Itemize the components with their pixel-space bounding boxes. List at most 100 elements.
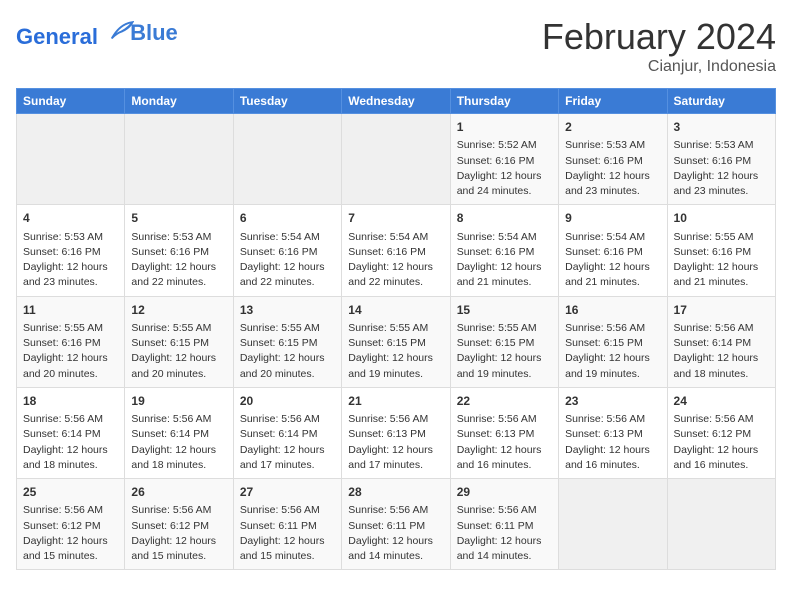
calendar-cell: 7Sunrise: 5:54 AMSunset: 6:16 PMDaylight…: [342, 205, 450, 296]
calendar-cell: [233, 114, 341, 205]
day-info: Sunset: 6:15 PM: [565, 336, 660, 351]
day-number: 4: [23, 210, 118, 227]
day-info: Sunset: 6:15 PM: [240, 336, 335, 351]
day-info: Daylight: 12 hours: [23, 351, 118, 366]
calendar-cell: 21Sunrise: 5:56 AMSunset: 6:13 PMDayligh…: [342, 387, 450, 478]
day-info: and 19 minutes.: [348, 367, 443, 382]
day-info: Sunset: 6:15 PM: [348, 336, 443, 351]
day-info: Sunset: 6:13 PM: [565, 427, 660, 442]
page-header: General Blue February 2024 Cianjur, Indo…: [16, 16, 776, 76]
day-info: Sunrise: 5:52 AM: [457, 138, 552, 153]
month-title: February 2024: [542, 16, 776, 58]
day-number: 10: [674, 210, 769, 227]
day-number: 20: [240, 393, 335, 410]
day-info: Sunrise: 5:56 AM: [565, 321, 660, 336]
day-info: Daylight: 12 hours: [23, 534, 118, 549]
day-info: and 14 minutes.: [457, 549, 552, 564]
calendar-cell: 19Sunrise: 5:56 AMSunset: 6:14 PMDayligh…: [125, 387, 233, 478]
day-number: 25: [23, 484, 118, 501]
day-info: and 18 minutes.: [23, 458, 118, 473]
day-info: and 20 minutes.: [240, 367, 335, 382]
calendar-cell: [125, 114, 233, 205]
day-info: Sunset: 6:16 PM: [457, 245, 552, 260]
calendar-cell: 23Sunrise: 5:56 AMSunset: 6:13 PMDayligh…: [559, 387, 667, 478]
calendar-cell: 4Sunrise: 5:53 AMSunset: 6:16 PMDaylight…: [17, 205, 125, 296]
day-info: Sunrise: 5:56 AM: [348, 503, 443, 518]
calendar-cell: 28Sunrise: 5:56 AMSunset: 6:11 PMDayligh…: [342, 479, 450, 570]
day-info: Daylight: 12 hours: [457, 534, 552, 549]
day-info: and 17 minutes.: [348, 458, 443, 473]
day-info: Sunrise: 5:54 AM: [457, 230, 552, 245]
location-subtitle: Cianjur, Indonesia: [542, 58, 776, 76]
day-header-saturday: Saturday: [667, 89, 775, 114]
day-info: Sunrise: 5:55 AM: [348, 321, 443, 336]
calendar-week-row: 4Sunrise: 5:53 AMSunset: 6:16 PMDaylight…: [17, 205, 776, 296]
day-info: Daylight: 12 hours: [348, 260, 443, 275]
calendar-cell: 2Sunrise: 5:53 AMSunset: 6:16 PMDaylight…: [559, 114, 667, 205]
day-info: Daylight: 12 hours: [674, 351, 769, 366]
day-number: 2: [565, 119, 660, 136]
day-number: 23: [565, 393, 660, 410]
day-info: and 18 minutes.: [131, 458, 226, 473]
calendar-cell: 18 Sunrise: 5:56 AMSunset: 6:14 PMDayligh…: [17, 387, 125, 478]
day-info: Daylight: 12 hours: [565, 260, 660, 275]
day-info: Sunset: 6:16 PM: [23, 245, 118, 260]
day-info: Sunrise: 5:53 AM: [131, 230, 226, 245]
day-number: 18: [23, 393, 118, 410]
calendar-header-row: SundayMondayTuesdayWednesdayThursdayFrid…: [17, 89, 776, 114]
day-info: Daylight: 12 hours: [457, 443, 552, 458]
day-info: Sunrise: 5:56 AM: [23, 412, 118, 427]
day-info: Sunset: 6:16 PM: [457, 154, 552, 169]
day-info: Sunrise: 5:56 AM: [348, 412, 443, 427]
day-header-tuesday: Tuesday: [233, 89, 341, 114]
day-info: Sunset: 6:12 PM: [23, 519, 118, 534]
day-info: Sunrise: 5:53 AM: [565, 138, 660, 153]
day-info: and 23 minutes.: [565, 184, 660, 199]
logo-general: General: [16, 24, 98, 49]
day-number: 14: [348, 302, 443, 319]
day-info: Sunrise: 5:56 AM: [131, 503, 226, 518]
calendar-cell: 12Sunrise: 5:55 AMSunset: 6:15 PMDayligh…: [125, 296, 233, 387]
day-info: and 19 minutes.: [457, 367, 552, 382]
day-info: and 16 minutes.: [674, 458, 769, 473]
day-info: Sunrise: 5:56 AM: [240, 503, 335, 518]
calendar-cell: [559, 479, 667, 570]
day-info: and 15 minutes.: [240, 549, 335, 564]
day-header-sunday: Sunday: [17, 89, 125, 114]
day-info: Daylight: 12 hours: [565, 351, 660, 366]
day-number: 8: [457, 210, 552, 227]
day-info: Sunrise: 5:56 AM: [674, 321, 769, 336]
day-info: Sunset: 6:13 PM: [348, 427, 443, 442]
day-number: 1: [457, 119, 552, 136]
day-info: Daylight: 12 hours: [457, 260, 552, 275]
day-number: 5: [131, 210, 226, 227]
calendar-cell: 9Sunrise: 5:54 AMSunset: 6:16 PMDaylight…: [559, 205, 667, 296]
day-info: Sunset: 6:12 PM: [674, 427, 769, 442]
calendar-body: 1Sunrise: 5:52 AMSunset: 6:16 PMDaylight…: [17, 114, 776, 570]
day-info: Sunset: 6:11 PM: [348, 519, 443, 534]
day-info: Sunset: 6:15 PM: [457, 336, 552, 351]
calendar-cell: 25Sunrise: 5:56 AMSunset: 6:12 PMDayligh…: [17, 479, 125, 570]
calendar-cell: 11Sunrise: 5:55 AMSunset: 6:16 PMDayligh…: [17, 296, 125, 387]
calendar-cell: 15Sunrise: 5:55 AMSunset: 6:15 PMDayligh…: [450, 296, 558, 387]
calendar-cell: 6Sunrise: 5:54 AMSunset: 6:16 PMDaylight…: [233, 205, 341, 296]
day-info: Sunset: 6:14 PM: [23, 427, 118, 442]
day-info: Sunset: 6:15 PM: [131, 336, 226, 351]
day-info: Sunset: 6:16 PM: [131, 245, 226, 260]
day-info: Daylight: 12 hours: [23, 443, 118, 458]
day-number: 24: [674, 393, 769, 410]
day-info: and 16 minutes.: [457, 458, 552, 473]
day-info: Sunset: 6:14 PM: [131, 427, 226, 442]
day-info: Sunrise: 5:55 AM: [23, 321, 118, 336]
day-number: 9: [565, 210, 660, 227]
day-info: Sunrise: 5:56 AM: [457, 412, 552, 427]
day-info: Sunset: 6:14 PM: [240, 427, 335, 442]
day-number: 19: [131, 393, 226, 410]
day-info: Daylight: 12 hours: [23, 260, 118, 275]
calendar-cell: 16Sunrise: 5:56 AMSunset: 6:15 PMDayligh…: [559, 296, 667, 387]
day-info: Sunrise: 5:56 AM: [131, 412, 226, 427]
day-info: Sunset: 6:16 PM: [23, 336, 118, 351]
day-info: Sunset: 6:16 PM: [565, 154, 660, 169]
calendar-cell: 3Sunrise: 5:53 AMSunset: 6:16 PMDaylight…: [667, 114, 775, 205]
day-number: 26: [131, 484, 226, 501]
